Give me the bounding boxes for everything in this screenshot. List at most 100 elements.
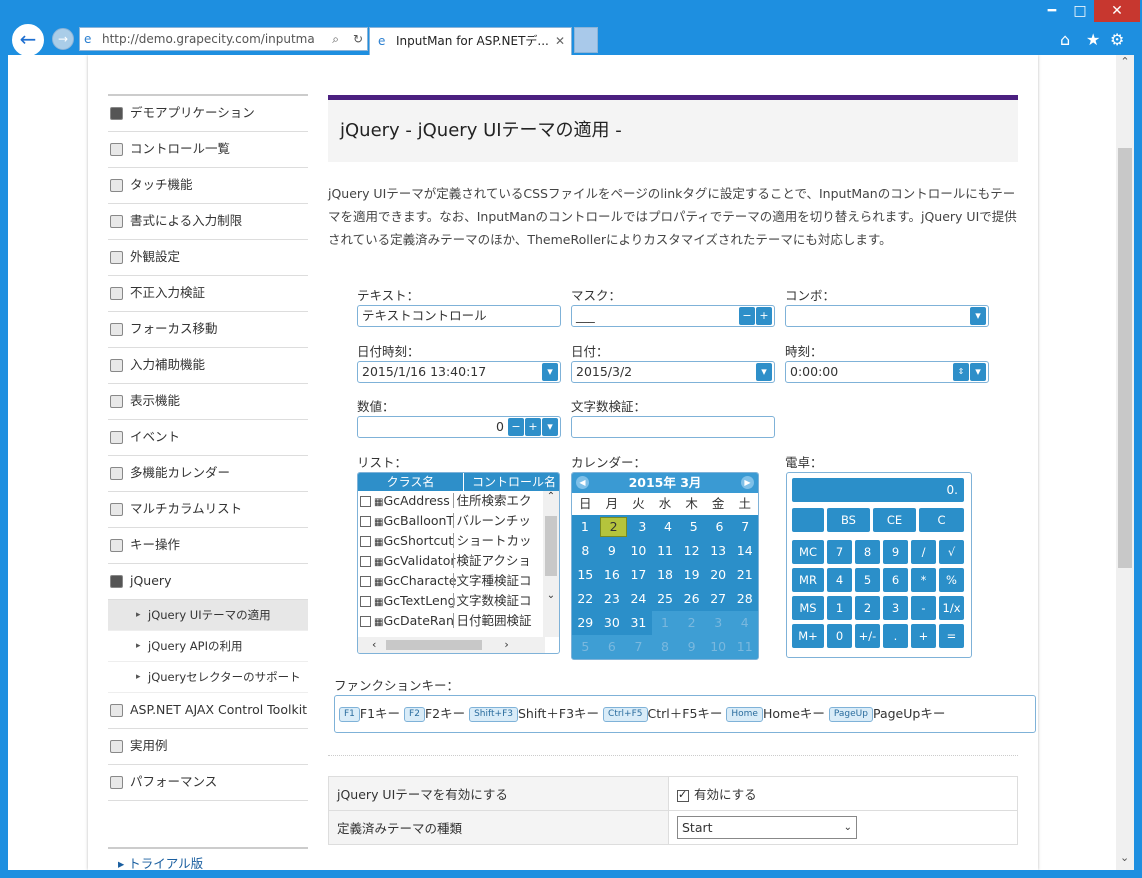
list-item[interactable]: ▦GcAddress 住所検索エク	[358, 491, 559, 511]
list-item[interactable]: ▦GcBalloonT バルーンチッ	[358, 511, 559, 531]
sidebar-item-events[interactable]: イベント	[108, 420, 308, 456]
key-badge[interactable]: Ctrl+F5	[603, 707, 648, 722]
home-icon[interactable]: ⌂	[1060, 30, 1070, 49]
calc-decimal-button[interactable]: .	[883, 624, 908, 648]
calendar-day[interactable]: 9	[599, 539, 626, 563]
time-input[interactable]: 0:00:00 ⇕ ▾	[785, 361, 989, 383]
calc-4-button[interactable]: 4	[827, 568, 852, 592]
calendar-day[interactable]: 6	[707, 515, 733, 539]
calendar-day[interactable]: 11	[652, 539, 679, 563]
datetime-input[interactable]: 2015/1/16 13:40:17 ▾	[357, 361, 561, 383]
row-checkbox[interactable]	[360, 576, 371, 587]
calc-5-button[interactable]: 5	[855, 568, 880, 592]
calc-divide-button[interactable]: /	[911, 540, 936, 564]
text-input[interactable]: テキストコントロール	[357, 305, 561, 327]
search-icon[interactable]: ⌕	[330, 28, 341, 50]
calc-bs-button[interactable]: BS	[827, 508, 870, 532]
page-scrollbar[interactable]: ⌃ ⌄	[1116, 55, 1134, 870]
row-checkbox[interactable]	[360, 536, 371, 547]
charcount-input[interactable]	[571, 416, 775, 438]
decrement-button[interactable]: −	[508, 418, 524, 436]
calendar-day-other-month[interactable]: 3	[704, 611, 732, 635]
calendar-day-other-month[interactable]: 2	[678, 611, 705, 635]
calendar-day[interactable]: 24	[625, 587, 652, 611]
sidebar-subitem-api[interactable]: jQuery APIの利用	[108, 631, 308, 662]
row-checkbox[interactable]	[360, 496, 371, 507]
back-button[interactable]: ←	[10, 22, 46, 58]
calendar-day[interactable]: 17	[625, 563, 652, 587]
key-badge[interactable]: F2	[404, 707, 425, 722]
calendar-day[interactable]: 12	[678, 539, 705, 563]
row-checkbox[interactable]	[360, 616, 371, 627]
sidebar-item-examples[interactable]: 実用例	[108, 729, 308, 765]
calendar-day[interactable]: 28	[731, 587, 758, 611]
sidebar-item-focus[interactable]: フォーカス移動	[108, 312, 308, 348]
calendar-day-other-month[interactable]: 5	[572, 635, 599, 659]
calendar-day[interactable]: 1	[572, 515, 598, 539]
calendar-day[interactable]: 10	[625, 539, 652, 563]
calendar[interactable]: ◀ 2015年 3月 ▶ 日月火水木金土 1234567 8 9 10 11 12 13 14 …	[571, 472, 759, 660]
scroll-thumb[interactable]	[1118, 148, 1132, 568]
sidebar-item-demo[interactable]: デモアプリケーション	[108, 96, 308, 132]
scroll-thumb[interactable]	[386, 640, 483, 650]
sidebar-item-display[interactable]: 表示機能	[108, 384, 308, 420]
sidebar-item-input-assist[interactable]: 入力補助機能	[108, 348, 308, 384]
calendar-day[interactable]: 29	[572, 611, 599, 635]
calendar-day[interactable]: 3	[629, 515, 655, 539]
calc-3-button[interactable]: 3	[883, 596, 908, 620]
calendar-day[interactable]: 7	[732, 515, 758, 539]
calc-percent-button[interactable]: %	[939, 568, 964, 592]
calendar-day[interactable]: 20	[705, 563, 732, 587]
row-checkbox[interactable]	[360, 556, 371, 567]
dropdown-icon[interactable]: ▾	[756, 363, 772, 381]
list-item[interactable]: ▦GcCharacte文字種検証コ	[358, 571, 559, 591]
list-item[interactable]: ▦GcValidator検証アクショ	[358, 551, 559, 571]
calendar-day[interactable]: 15	[572, 563, 599, 587]
sidebar-item-touch[interactable]: タッチ機能	[108, 168, 308, 204]
dropdown-icon[interactable]: ▾	[542, 418, 558, 436]
prev-month-icon[interactable]: ◀	[576, 476, 589, 489]
calc-minus-button[interactable]: -	[911, 596, 936, 620]
key-badge[interactable]: Shift+F3	[469, 707, 518, 722]
multicolumn-list[interactable]: クラス名 コントロール名 ▦GcAddress 住所検索エク ▦GcBalloonT…	[357, 472, 560, 654]
sidebar-subitem-selector[interactable]: jQueryセレクターのサポート	[108, 662, 308, 693]
list-header-name[interactable]: コントロール名	[464, 475, 556, 489]
list-item[interactable]: ▦GcShortcut ショートカッ	[358, 531, 559, 551]
list-header-class[interactable]: クラス名	[358, 473, 464, 491]
scroll-left-icon[interactable]: ‹	[358, 638, 376, 651]
calendar-day[interactable]: 21	[731, 563, 758, 587]
calendar-day-other-month[interactable]: 6	[598, 635, 626, 659]
number-input[interactable]: 0− + ▾	[357, 416, 561, 438]
minimize-button[interactable]: ━	[1038, 0, 1066, 22]
sidebar-trial-link[interactable]: ▸ トライアル版	[108, 847, 308, 870]
scroll-down-icon[interactable]: ⌄	[1120, 851, 1129, 864]
calc-c-button[interactable]: C	[919, 508, 964, 532]
list-item[interactable]: ▦GcTextLeng文字数検証コ	[358, 591, 559, 611]
enable-theme-checkbox[interactable]	[677, 788, 689, 802]
date-input[interactable]: 2015/3/2 ▾	[571, 361, 775, 383]
decrement-button[interactable]: −	[739, 307, 755, 325]
calc-reciprocal-button[interactable]: 1/x	[939, 596, 964, 620]
calc-multiply-button[interactable]: *	[911, 568, 936, 592]
calc-ms-button[interactable]: MS	[792, 596, 824, 620]
row-checkbox[interactable]	[360, 596, 371, 607]
calendar-day[interactable]: 23	[599, 587, 626, 611]
scroll-down-icon[interactable]: ⌄	[543, 590, 559, 601]
spin-icon[interactable]: ⇕	[953, 363, 969, 381]
close-window-button[interactable]: ✕	[1094, 0, 1140, 22]
calendar-day-other-month[interactable]: 8	[651, 635, 679, 659]
calendar-day[interactable]: 4	[655, 515, 681, 539]
sidebar-item-ajax[interactable]: ASP.NET AJAX Control Toolkit	[108, 693, 308, 729]
forward-button[interactable]: →	[52, 28, 74, 50]
calc-mc-button[interactable]: MC	[792, 540, 824, 564]
calc-2-button[interactable]: 2	[855, 596, 880, 620]
calc-7-button[interactable]: 7	[827, 540, 852, 564]
calendar-day[interactable]: 31	[625, 611, 652, 635]
scroll-right-icon[interactable]: ›	[482, 638, 508, 651]
calc-equals-button[interactable]: =	[939, 624, 964, 648]
row-checkbox[interactable]	[360, 516, 371, 527]
sidebar-item-calendar[interactable]: 多機能カレンダー	[108, 456, 308, 492]
key-badge[interactable]: PageUp	[828, 707, 873, 722]
calendar-day-other-month[interactable]: 4	[731, 611, 758, 635]
calc-plus-button[interactable]: +	[911, 624, 936, 648]
